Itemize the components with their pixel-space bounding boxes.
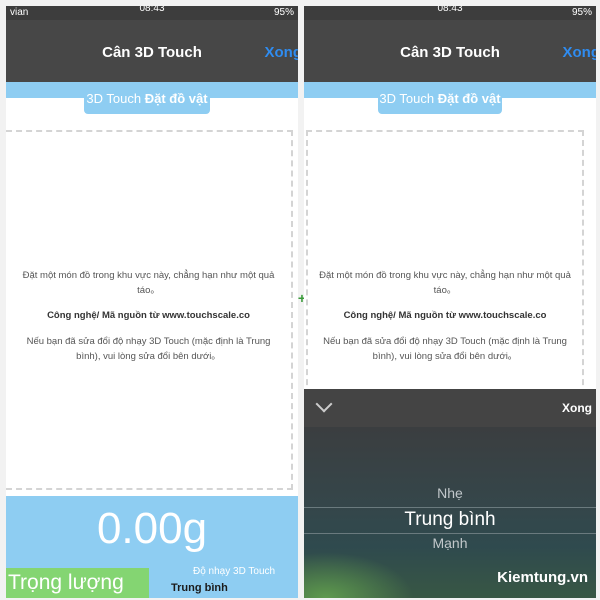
place-object-label: 3D Touch Đặt đồ vật	[84, 86, 210, 114]
label-bold: Đặt đồ vật	[144, 91, 208, 106]
weight-value: 0.00g	[96, 504, 208, 553]
touch-area[interactable]: Đặt một món đồ trong khu vực này, chẳng …	[6, 130, 293, 490]
info-sensitivity: Nếu bạn đã sửa đổi độ nhạy 3D Touch (mặc…	[26, 336, 271, 362]
status-bar: 08:43 95%	[304, 6, 596, 20]
info-source: Công nghệ/ Mã nguồn từ www.touchscale.co	[343, 310, 547, 321]
info-sensitivity: Nếu bạn đã sửa đổi độ nhạy 3D Touch (mặc…	[323, 336, 567, 362]
selection-line-bottom	[304, 533, 596, 534]
nav-bar: Cân 3D Touch Xong	[6, 20, 298, 82]
picker-option-light[interactable]: Nhẹ	[304, 485, 596, 501]
picker-option-strong[interactable]: Mạnh	[304, 535, 596, 551]
sensitivity-selector[interactable]: Độ nhạy 3D Touch Trung bình	[149, 562, 298, 598]
page-title: Cân 3D Touch	[400, 44, 500, 61]
status-bar: vian 08:43 95%	[6, 6, 298, 20]
watermark: Kiemtung.vn	[497, 569, 588, 586]
label-prefix: 3D Touch	[86, 91, 145, 106]
chevron-down-icon[interactable]	[315, 395, 333, 413]
weight-button[interactable]: Trọng lượng	[6, 568, 149, 598]
picker-toolbar: Xong	[304, 389, 596, 427]
info-place-object: Đặt một món đồ trong khu vực này, chẳng …	[319, 270, 571, 296]
sensitivity-picker[interactable]: Nhẹ Trung bình Mạnh Kiemtung.vn	[304, 427, 596, 598]
status-time: 08:43	[139, 6, 165, 14]
done-button[interactable]: Xong	[265, 44, 299, 61]
info-place-object: Đặt một món đồ trong khu vực này, chẳng …	[22, 270, 275, 296]
battery-text: 95%	[571, 7, 592, 18]
sensitivity-value: Trung bình	[171, 582, 228, 594]
label-prefix: 3D Touch	[379, 91, 438, 106]
sensitivity-label: Độ nhạy 3D Touch	[193, 566, 276, 577]
place-object-label: 3D Touch Đặt đồ vật	[378, 86, 502, 114]
selection-line-top	[304, 507, 596, 508]
screen-left: vian 08:43 95% Cân 3D Touch Xong 3D Touc…	[6, 6, 298, 598]
battery-text: 95%	[273, 7, 294, 18]
page-title: Cân 3D Touch	[102, 44, 202, 61]
screen-right: 08:43 95% Cân 3D Touch Xong 3D Touch Đặt…	[304, 6, 596, 598]
info-source: Công nghệ/ Mã nguồn từ www.touchscale.co	[47, 310, 250, 321]
done-button[interactable]: Xong	[563, 44, 597, 61]
picker-option-medium[interactable]: Trung bình	[304, 509, 596, 531]
weight-display: 0.00g	[6, 496, 298, 568]
nav-bar: Cân 3D Touch Xong	[304, 20, 596, 82]
label-bold: Đặt đồ vật	[437, 91, 501, 106]
status-time: 08:43	[437, 6, 463, 14]
background-glow	[304, 552, 414, 598]
touch-area[interactable]: Đặt một món đồ trong khu vực này, chẳng …	[306, 130, 584, 405]
picker-done-button[interactable]: Xong	[562, 401, 592, 415]
